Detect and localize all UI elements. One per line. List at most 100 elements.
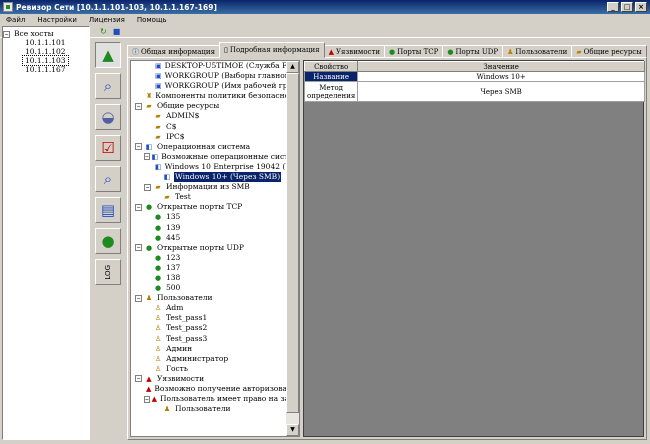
tree-node[interactable]: ◧Windows 10 Enterprise 19042 (Чер — [131, 162, 286, 172]
tree-node[interactable]: ▣WORKGROUP (Выборы главного об — [131, 71, 286, 81]
collapse-icon[interactable]: − — [135, 203, 142, 211]
tree-node[interactable]: ▰ ADMIN$ — [131, 111, 286, 121]
tree-node[interactable]: ♜Компоненты политики безопасности — [131, 91, 286, 101]
tree-node[interactable]: ♙ Test_pass2 — [131, 323, 286, 333]
column-header-property[interactable]: Свойство — [303, 61, 359, 72]
host-item-selected[interactable]: 10.1.1.103 — [3, 55, 89, 66]
nav-window-button[interactable]: ▤ — [95, 197, 121, 223]
tree-node[interactable]: − ▰ Общие ресурсы — [131, 101, 286, 111]
tree-node[interactable]: ▰ Test — [131, 192, 286, 202]
host-item[interactable]: 10.1.1.102 — [3, 47, 89, 56]
tree-node[interactable]: ● 138 — [131, 273, 286, 283]
tree-node[interactable]: ▲ Возможно получение авторизовани — [131, 384, 286, 394]
tree-node[interactable]: ♙ Test_pass1 — [131, 313, 286, 323]
nav-report-button[interactable]: ⌕ — [95, 166, 121, 192]
nav-scan-button[interactable]: ▲ — [95, 42, 121, 68]
tree-node-label: Админ — [166, 343, 193, 353]
tree-node-label: Возможные операционные системы — [161, 151, 286, 161]
warning-icon: ▲ — [151, 395, 158, 404]
tree-node[interactable]: ▣DESKTOP-U5TIMOE (Служба File Se — [131, 61, 286, 71]
tree-node[interactable]: ● 123 — [131, 253, 286, 263]
toolbar: ↻ ■ — [0, 26, 650, 38]
close-button[interactable]: × — [635, 2, 647, 12]
tree-node-label: Test_pass1 — [166, 313, 208, 323]
tree-node-selected[interactable]: ◧ Windows 10+ (Через SMB) — [131, 172, 286, 183]
tab-details[interactable]: ▯ Подробная информация — [218, 42, 325, 58]
tree-node[interactable]: ▰ C$ — [131, 122, 286, 132]
scroll-up-button[interactable]: ▲ — [286, 61, 299, 73]
folder-icon: ▰ — [155, 112, 161, 121]
host-item[interactable]: 10.1.1.167 — [3, 65, 89, 74]
collapse-icon[interactable]: − — [144, 183, 151, 191]
tree-node[interactable]: − ▰ Информация из SMB — [131, 182, 286, 192]
tree-node[interactable]: ♙ Админ — [131, 344, 286, 354]
tree-node[interactable]: −◧Возможные операционные системы — [131, 152, 286, 162]
tree-node[interactable]: ● 500 — [131, 283, 286, 293]
scroll-down-button[interactable]: ▼ — [286, 424, 299, 436]
scroll-thumb[interactable] — [286, 73, 299, 413]
tree-node[interactable]: − ● Открытые порты UDP — [131, 243, 286, 253]
collapse-icon[interactable]: − — [135, 143, 142, 151]
table-row[interactable]: Название Windows 10+ — [303, 71, 645, 82]
tree-node[interactable]: ● 139 — [131, 223, 286, 233]
host-item[interactable]: 10.1.1.101 — [3, 38, 89, 47]
detail-tree[interactable]: ▣DESKTOP-U5TIMOE (Служба File Se▣WORKGRO… — [130, 60, 300, 437]
collapse-icon[interactable]: − — [135, 244, 142, 252]
tree-node-label: 137 — [166, 262, 181, 272]
tree-node[interactable]: ♟ Пользователи — [131, 404, 286, 414]
collapse-icon[interactable]: − — [144, 395, 150, 403]
tree-node[interactable]: ● 135 — [131, 212, 286, 222]
user-icon: ♙ — [154, 304, 162, 313]
nav-check-button[interactable]: ☑ — [95, 135, 121, 161]
maximize-button[interactable]: □ — [621, 2, 633, 12]
tree-node[interactable]: − ♟ Пользователи — [131, 293, 286, 303]
tree-scrollbar[interactable]: ▲ ▼ — [286, 61, 299, 436]
tree-node-label: 135 — [166, 212, 181, 222]
menu-bar: Файл Настройки Лицензия Помощь — [0, 14, 650, 26]
tree-node[interactable]: ● 137 — [131, 263, 286, 273]
port-dot-icon: ● — [154, 233, 162, 242]
tree-node[interactable]: ♙ Test_pass3 — [131, 334, 286, 344]
tree-node[interactable]: − ◧ Операционная система — [131, 142, 286, 152]
menu-help[interactable]: Помощь — [131, 16, 173, 24]
tree-node-label: Возможно получение авторизовани — [154, 384, 286, 393]
column-header-value[interactable]: Значение — [357, 61, 645, 72]
tree-node-label: WORKGROUP (Выборы главного об — [164, 71, 286, 81]
tree-node[interactable]: − ▲ Уязвимости — [131, 374, 286, 384]
tree-node[interactable]: ▣WORKGROUP (Имя рабочей группы — [131, 81, 286, 91]
tree-node[interactable]: ♙ Администратор — [131, 354, 286, 364]
nav-disk-button[interactable]: ◒ — [95, 104, 121, 130]
tree-node[interactable]: ♙ Гость — [131, 364, 286, 374]
menu-file[interactable]: Файл — [0, 16, 31, 24]
menu-license[interactable]: Лицензия — [83, 16, 131, 24]
collapse-icon[interactable]: − — [135, 375, 142, 383]
collapse-icon[interactable]: − — [135, 102, 142, 110]
nav-search-button[interactable]: ⌕ — [95, 73, 121, 99]
refresh-icon[interactable]: ↻ — [100, 27, 107, 36]
tree-node[interactable]: ♙ Adm — [131, 303, 286, 313]
minimize-button[interactable]: _ — [607, 2, 619, 12]
tree-node-label: Adm — [166, 303, 184, 313]
collapse-icon[interactable]: − — [144, 153, 150, 161]
tree-node[interactable]: − ● Открытые порты TCP — [131, 202, 286, 212]
tree-node[interactable]: ▰ IPC$ — [131, 132, 286, 142]
collapse-icon[interactable]: − — [135, 294, 142, 302]
table-row[interactable]: Метод определения Через SMB — [303, 81, 645, 102]
properties-panel: Свойство Значение Название Windows 10+ М… — [303, 60, 645, 437]
warning-icon: ▲ — [328, 47, 334, 56]
stop-icon[interactable]: ■ — [113, 27, 121, 36]
host-tree-root[interactable]: − Все хосты — [3, 29, 89, 38]
collapse-icon[interactable]: − — [3, 30, 10, 38]
tree-node[interactable]: ● 445 — [131, 233, 286, 243]
nav-globe-button[interactable]: ● — [95, 228, 121, 254]
menu-settings[interactable]: Настройки — [31, 16, 83, 24]
tree-node-label: Пользователи — [157, 293, 213, 303]
tree-node[interactable]: −▲Пользователь имеет право на запись — [131, 394, 286, 404]
nav-log-button[interactable]: LOG — [95, 259, 121, 285]
